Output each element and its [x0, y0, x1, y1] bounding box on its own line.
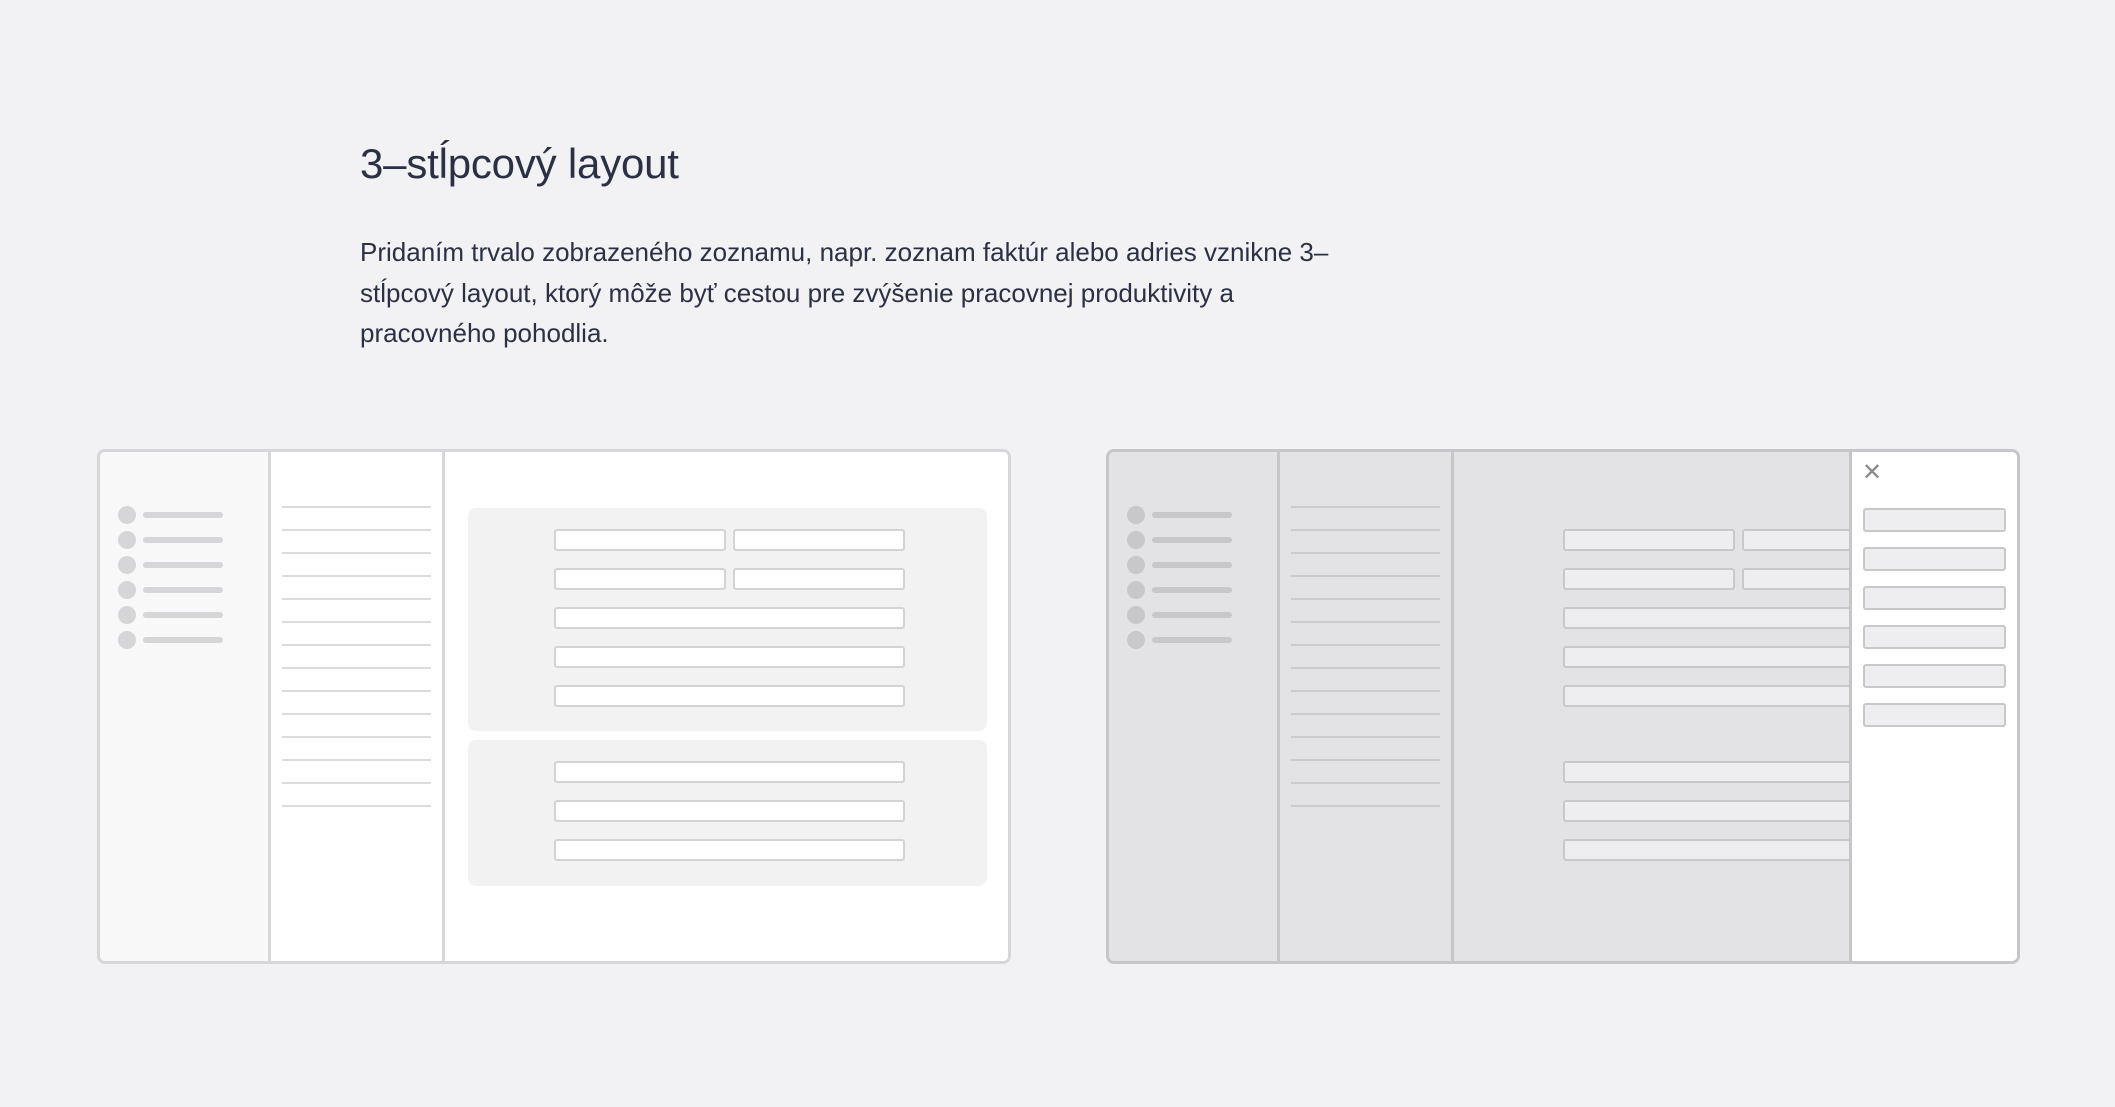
nav-item — [118, 581, 238, 599]
drawer-field — [1863, 625, 2006, 649]
list-row — [1291, 805, 1440, 807]
nav-item — [1127, 556, 1247, 574]
nav-item-icon — [118, 631, 136, 649]
nav-item-label — [143, 637, 223, 643]
list-row — [1291, 667, 1440, 669]
nav-item-icon — [118, 531, 136, 549]
nav-item-label — [143, 537, 223, 543]
page-title: 3–stĺpcový layout — [360, 140, 679, 187]
close-icon: ✕ — [1861, 458, 1883, 486]
nav-item-icon — [118, 581, 136, 599]
nav-item-label — [1152, 562, 1232, 568]
form-field — [554, 685, 905, 707]
form-panel — [468, 740, 987, 886]
nav-item — [1127, 631, 1247, 649]
list-row — [1291, 782, 1440, 784]
list-row — [282, 621, 431, 623]
list-row — [282, 759, 431, 761]
list-column — [271, 452, 445, 961]
drawer-field — [1863, 586, 2006, 610]
nav-item-label — [1152, 612, 1232, 618]
nav-item-icon — [1127, 581, 1145, 599]
nav-item — [1127, 606, 1247, 624]
form-field — [554, 607, 905, 629]
list-row — [282, 736, 431, 738]
list-row — [1291, 552, 1440, 554]
list-row — [282, 529, 431, 531]
form-field — [733, 529, 905, 551]
page-description: Pridaním trvalo zobrazeného zoznamu, nap… — [360, 237, 1329, 348]
list-row — [1291, 529, 1440, 531]
form-field — [554, 529, 726, 551]
list-row — [282, 506, 431, 508]
list-row — [1291, 644, 1440, 646]
nav-item-label — [143, 612, 223, 618]
three-column-layout-with-drawer-illustration: ✕ — [1106, 449, 2020, 964]
nav-item-label — [143, 562, 223, 568]
nav-item — [1127, 506, 1247, 524]
nav-column — [100, 452, 271, 961]
list-row — [282, 713, 431, 715]
nav-item — [1127, 581, 1247, 599]
list-row — [1291, 690, 1440, 692]
nav-column — [1109, 452, 1280, 961]
drawer-field — [1863, 547, 2006, 571]
form-field — [733, 568, 905, 590]
form-field — [1563, 568, 1735, 590]
list-row — [1291, 736, 1440, 738]
nav-item — [1127, 531, 1247, 549]
form-field — [554, 568, 726, 590]
nav-item — [118, 556, 238, 574]
list-row — [282, 552, 431, 554]
nav-item-icon — [118, 506, 136, 524]
nav-item-icon — [1127, 531, 1145, 549]
nav-item-icon — [1127, 506, 1145, 524]
list-row — [282, 667, 431, 669]
drawer-field — [1863, 664, 2006, 688]
nav-item-icon — [118, 606, 136, 624]
list-row — [282, 805, 431, 807]
list-row — [282, 598, 431, 600]
list-row — [1291, 621, 1440, 623]
nav-item-label — [1152, 587, 1232, 593]
list-row — [282, 782, 431, 784]
drawer-field — [1863, 703, 2006, 727]
nav-item — [118, 631, 238, 649]
form-field — [554, 646, 905, 668]
list-row — [1291, 759, 1440, 761]
nav-item-icon — [118, 556, 136, 574]
nav-item — [118, 606, 238, 624]
list-row — [1291, 506, 1440, 508]
list-row — [1291, 575, 1440, 577]
nav-item-icon — [1127, 631, 1145, 649]
nav-item — [118, 531, 238, 549]
list-row — [1291, 713, 1440, 715]
nav-item-label — [1152, 512, 1232, 518]
side-drawer: ✕ — [1849, 452, 2017, 961]
list-row — [282, 644, 431, 646]
form-field — [1563, 529, 1735, 551]
list-row — [282, 690, 431, 692]
list-column — [1280, 452, 1454, 961]
form-field — [554, 761, 905, 783]
nav-item-label — [143, 587, 223, 593]
nav-item-icon — [1127, 556, 1145, 574]
three-column-layout-illustration — [97, 449, 1011, 964]
form-field — [554, 839, 905, 861]
form-field — [554, 800, 905, 822]
nav-item-label — [1152, 637, 1232, 643]
form-panel — [468, 508, 987, 731]
detail-column — [445, 452, 1008, 961]
nav-item-label — [143, 512, 223, 518]
nav-item-label — [1152, 537, 1232, 543]
drawer-field — [1863, 508, 2006, 532]
nav-item — [118, 506, 238, 524]
list-row — [1291, 598, 1440, 600]
list-row — [282, 575, 431, 577]
nav-item-icon — [1127, 606, 1145, 624]
